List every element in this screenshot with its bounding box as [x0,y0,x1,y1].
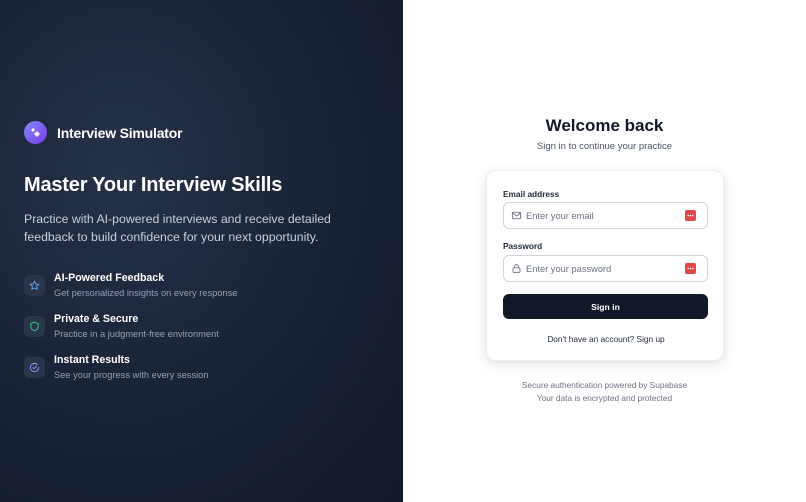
feature-description: Practice in a judgment-free environment [54,329,219,339]
sign-in-button[interactable]: Sign in [503,294,708,319]
feature-description: Get personalized insights on every respo… [54,288,238,298]
signup-prompt: Don't have an account? Sign up [487,334,725,344]
brand: Interview Simulator [24,121,183,144]
feature-item: AI-Powered Feedback Get personalized ins… [24,272,237,313]
security-footer: Secure authentication powered by Supabas… [403,379,806,405]
password-manager-icon[interactable] [685,263,696,274]
brand-name: Interview Simulator [57,124,183,141]
password-field-wrapper[interactable] [503,255,708,282]
feature-item: Private & Secure Practice in a judgment-… [24,313,237,354]
mail-icon [510,210,522,222]
feature-title: Instant Results [54,354,130,366]
login-panel: Welcome back Sign in to continue your pr… [403,0,806,502]
sign-up-link[interactable]: Don't have an account? Sign up [547,334,664,344]
login-card: Email address Password [486,170,724,361]
feature-list: AI-Powered Feedback Get personalized ins… [24,272,237,395]
feature-description: See your progress with every session [54,370,209,380]
lock-icon [510,263,522,275]
password-field[interactable] [526,263,686,274]
feature-item: Instant Results See your progress with e… [24,354,237,395]
footer-line-encryption: Your data is encrypted and protected [536,393,673,403]
sparkle-icon [24,121,47,144]
hero-headline: Master Your Interview Skills [24,174,283,196]
password-label: Password [503,241,543,251]
email-field-wrapper[interactable] [503,202,708,229]
footer-line-auth: Secure authentication powered by Supabas… [521,380,688,390]
hero-panel: Interview Simulator Master Your Intervie… [0,0,403,502]
feature-title: Private & Secure [54,313,139,325]
feature-title: AI-Powered Feedback [54,272,165,284]
login-title: Welcome back [545,116,664,135]
login-subtitle: Sign in to continue your practice [536,141,673,152]
hero-tagline: Practice with AI-powered interviews and … [24,212,331,244]
password-manager-icon[interactable] [685,210,696,221]
star-icon [24,275,45,296]
email-label: Email address [503,189,560,199]
email-field[interactable] [526,210,686,221]
shield-icon [24,316,45,337]
check-circle-icon [24,357,45,378]
